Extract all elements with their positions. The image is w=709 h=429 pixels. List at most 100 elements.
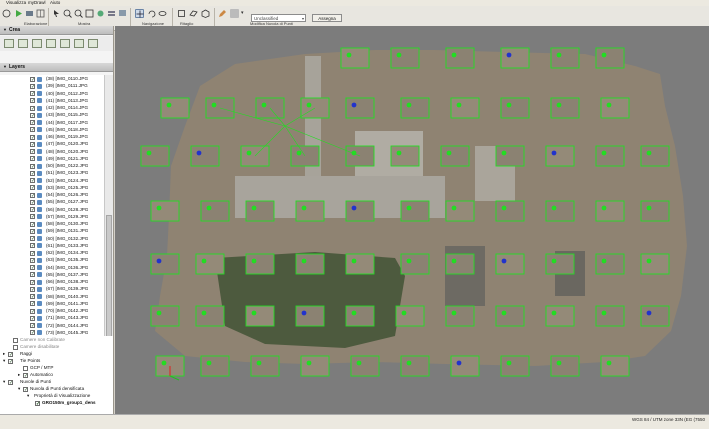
layer-checkbox[interactable] (30, 235, 35, 243)
crea-header[interactable]: ▼ Crea (0, 26, 113, 35)
layer-checkbox[interactable] (30, 170, 35, 178)
camera-icon[interactable] (25, 9, 34, 18)
checkbox[interactable] (8, 358, 13, 366)
checkbox[interactable] (23, 386, 28, 394)
pan-icon[interactable] (135, 9, 144, 18)
camera-footprint[interactable] (495, 253, 525, 275)
expand-arrow-icon[interactable]: ▾ (27, 392, 29, 400)
camera-footprint[interactable] (340, 47, 370, 69)
camera-footprint[interactable] (545, 253, 575, 275)
camera-footprint[interactable] (450, 97, 480, 119)
camera-footprint[interactable] (350, 355, 380, 377)
layer-checkbox[interactable] (30, 105, 35, 113)
layer-checkbox[interactable] (30, 264, 35, 272)
layer-checkbox[interactable] (30, 329, 35, 337)
expand-arrow-icon[interactable]: ▾ (3, 357, 5, 365)
play-icon[interactable] (14, 9, 23, 18)
assign-button[interactable]: Assegna (312, 14, 342, 22)
checkbox[interactable] (8, 351, 13, 359)
camera-footprint[interactable] (600, 97, 630, 119)
layer-checkbox[interactable] (30, 322, 35, 330)
checkbox[interactable] (23, 372, 28, 380)
camera-footprint[interactable] (245, 200, 275, 222)
layer-checkbox[interactable] (30, 76, 35, 84)
camera-footprint[interactable] (595, 145, 625, 167)
camera-footprint[interactable] (345, 97, 375, 119)
camera-footprint[interactable] (195, 305, 225, 327)
create-tool-4-icon[interactable] (46, 39, 56, 48)
camera-footprint[interactable] (300, 355, 330, 377)
camera-footprint[interactable] (595, 200, 625, 222)
layer-checkbox[interactable] (30, 242, 35, 250)
camera-footprint[interactable] (450, 355, 480, 377)
display-icon[interactable] (118, 9, 127, 18)
camera-footprint[interactable] (545, 305, 575, 327)
camera-footprint[interactable] (245, 253, 275, 275)
layer-checkbox[interactable] (30, 163, 35, 171)
camera-footprint[interactable] (195, 253, 225, 275)
camera-footprint[interactable] (140, 145, 170, 167)
layer-checkbox[interactable] (30, 279, 35, 287)
clip-plane-icon[interactable] (189, 9, 198, 18)
layers-icon[interactable] (107, 9, 116, 18)
orbit-icon[interactable] (158, 9, 167, 18)
tree-cloud-name[interactable]: GRO150m_group1_dens (35, 399, 96, 408)
layer-checkbox[interactable] (30, 286, 35, 294)
grid-icon[interactable] (36, 9, 45, 18)
camera-footprint[interactable] (150, 200, 180, 222)
layers-scrollbar[interactable] (104, 75, 113, 345)
layer-checkbox[interactable] (30, 228, 35, 236)
layer-checkbox[interactable] (30, 199, 35, 207)
camera-footprint[interactable] (150, 253, 180, 275)
camera-footprint[interactable] (390, 145, 420, 167)
layer-checkbox[interactable] (30, 184, 35, 192)
camera-footprint[interactable] (500, 47, 530, 69)
camera-footprint[interactable] (500, 355, 530, 377)
camera-footprint[interactable] (345, 253, 375, 275)
expand-arrow-icon[interactable]: ▾ (3, 378, 5, 386)
layer-checkbox[interactable] (30, 148, 35, 156)
camera-footprint[interactable] (395, 305, 425, 327)
zoom-out-icon[interactable] (74, 9, 83, 18)
camera-footprint[interactable] (640, 253, 670, 275)
checkbox[interactable] (13, 337, 18, 343)
zoom-fit-icon[interactable] (85, 9, 94, 18)
camera-footprint[interactable] (440, 145, 470, 167)
checkbox[interactable] (13, 344, 18, 350)
layer-checkbox[interactable] (30, 134, 35, 142)
camera-footprint[interactable] (245, 305, 275, 327)
color-swatch-icon[interactable] (230, 9, 239, 18)
camera-footprint[interactable] (200, 200, 230, 222)
camera-footprint[interactable] (345, 200, 375, 222)
cube-icon[interactable] (201, 9, 210, 18)
checkbox[interactable] (8, 379, 13, 387)
layer-checkbox[interactable] (30, 141, 35, 149)
point-cloud-scene[interactable] (115, 26, 709, 414)
layer-checkbox[interactable] (30, 83, 35, 91)
layer-checkbox[interactable] (30, 308, 35, 316)
layer-checkbox[interactable] (30, 90, 35, 98)
camera-footprint[interactable] (550, 97, 580, 119)
edit-points-icon[interactable] (218, 9, 227, 18)
layer-checkbox[interactable] (30, 250, 35, 258)
layer-checkbox[interactable] (30, 221, 35, 229)
scrollbar-thumb[interactable] (106, 215, 112, 345)
layer-checkbox[interactable] (30, 177, 35, 185)
camera-footprint[interactable] (150, 305, 180, 327)
layer-checkbox[interactable] (30, 192, 35, 200)
layer-checkbox[interactable] (30, 126, 35, 134)
camera-footprint[interactable] (445, 305, 475, 327)
camera-footprint[interactable] (595, 253, 625, 275)
camera-footprint[interactable] (545, 145, 575, 167)
layer-checkbox[interactable] (30, 257, 35, 265)
camera-footprint[interactable] (445, 200, 475, 222)
dropdown-arrow-icon[interactable]: ▾ (241, 9, 250, 18)
create-tool-2-icon[interactable] (18, 39, 28, 48)
view-icon[interactable] (96, 9, 105, 18)
camera-footprint[interactable] (200, 355, 230, 377)
camera-footprint[interactable] (390, 47, 420, 69)
camera-footprint[interactable] (400, 97, 430, 119)
camera-footprint[interactable] (400, 200, 430, 222)
create-tool-7-icon[interactable] (88, 39, 98, 48)
layer-checkbox[interactable] (30, 155, 35, 163)
